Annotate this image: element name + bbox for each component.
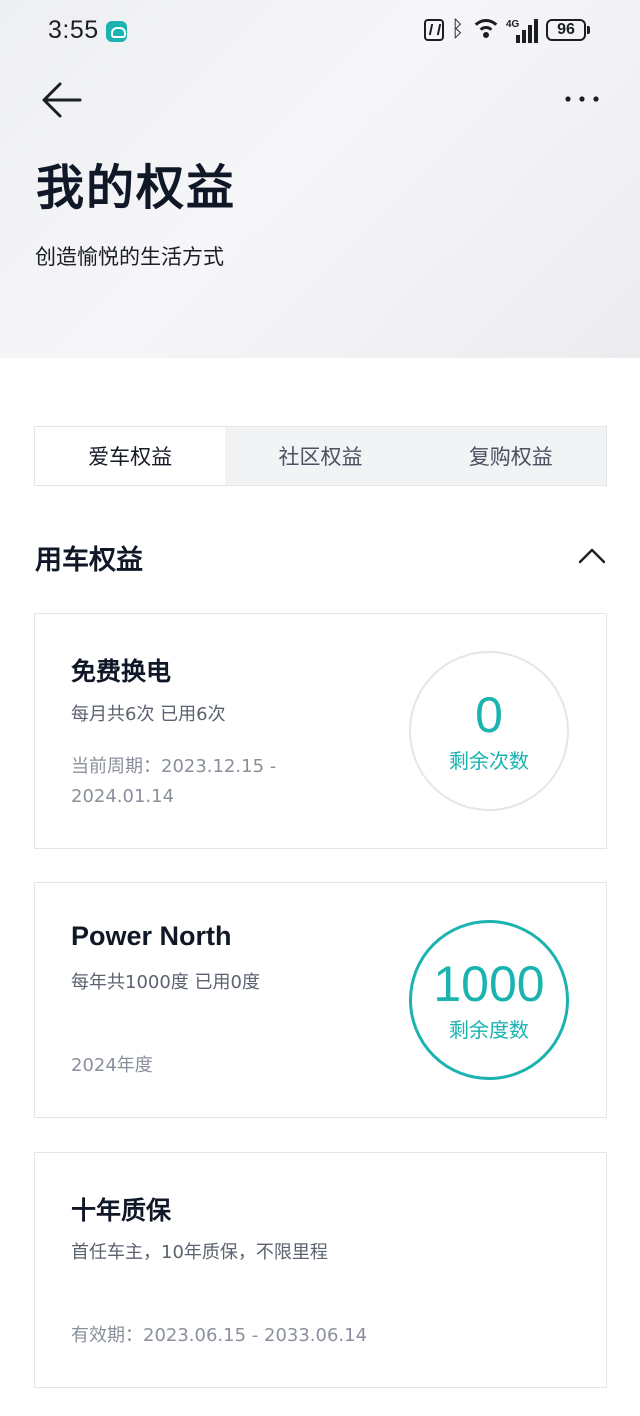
benefit-card-battery-swap[interactable]: 免费换电 每月共6次 已用6次 当前周期：2023.12.15 - 2024.0… [34, 613, 607, 849]
remaining-energy-value: 1000 [433, 955, 545, 1012]
card-usage: 每年共1000度 已用0度 [71, 972, 260, 993]
back-button[interactable] [40, 80, 84, 120]
cellular-signal-icon: 4G [506, 19, 540, 43]
benefit-card-power-north[interactable]: Power North 每年共1000度 已用0度 2024年度 1000 剩余… [34, 882, 607, 1118]
app-notification-icon [106, 21, 127, 42]
tab-car-benefits[interactable]: 爱车权益 [35, 427, 226, 485]
tab-repurchase-benefits[interactable]: 复购权益 [416, 427, 606, 485]
card-validity: 有效期：2023.06.15 - 2033.06.14 [71, 1325, 368, 1346]
remaining-count-value: 0 [475, 686, 503, 743]
benefit-tabs: 爱车权益 社区权益 复购权益 [34, 426, 607, 486]
network-type-label: 4G [506, 19, 520, 30]
card-title: 免费换电 [71, 657, 172, 686]
remaining-count-label: 剩余次数 [449, 748, 529, 773]
card-title: Power North [71, 921, 232, 951]
section-title: 用车权益 [35, 545, 143, 576]
more-options-button[interactable] [560, 84, 604, 114]
card-usage: 首任车主，10年质保，不限里程 [71, 1242, 328, 1263]
card-usage: 每月共6次 已用6次 [71, 704, 226, 725]
chevron-up-icon [578, 548, 606, 564]
card-period: 当前周期：2023.12.15 - 2024.01.14 [71, 756, 277, 807]
more-dots-icon [565, 96, 599, 102]
nfc-icon [424, 19, 444, 41]
status-time: 3:55 [48, 16, 99, 44]
remaining-count-ring: 0 剩余次数 [409, 651, 569, 811]
battery-tip [587, 26, 590, 34]
remaining-energy-label: 剩余度数 [449, 1017, 529, 1042]
arrow-left-icon [42, 82, 82, 118]
benefit-card-warranty[interactable]: 十年质保 首任车主，10年质保，不限里程 有效期：2023.06.15 - 20… [34, 1152, 607, 1388]
wifi-icon [472, 19, 500, 41]
page-title: 我的权益 [36, 160, 237, 216]
card-period: 2024年度 [71, 1055, 153, 1076]
page-subtitle: 创造愉悦的生活方式 [35, 245, 224, 269]
bluetooth-icon: ᛒ [451, 17, 465, 42]
battery-icon: 96 [546, 19, 586, 41]
collapse-section-button[interactable] [576, 542, 608, 570]
card-title: 十年质保 [71, 1196, 172, 1225]
tab-community-benefits[interactable]: 社区权益 [225, 427, 415, 485]
remaining-energy-ring: 1000 剩余度数 [409, 920, 569, 1080]
status-bar: 3:55 ᛒ 4G 96 [0, 0, 640, 64]
